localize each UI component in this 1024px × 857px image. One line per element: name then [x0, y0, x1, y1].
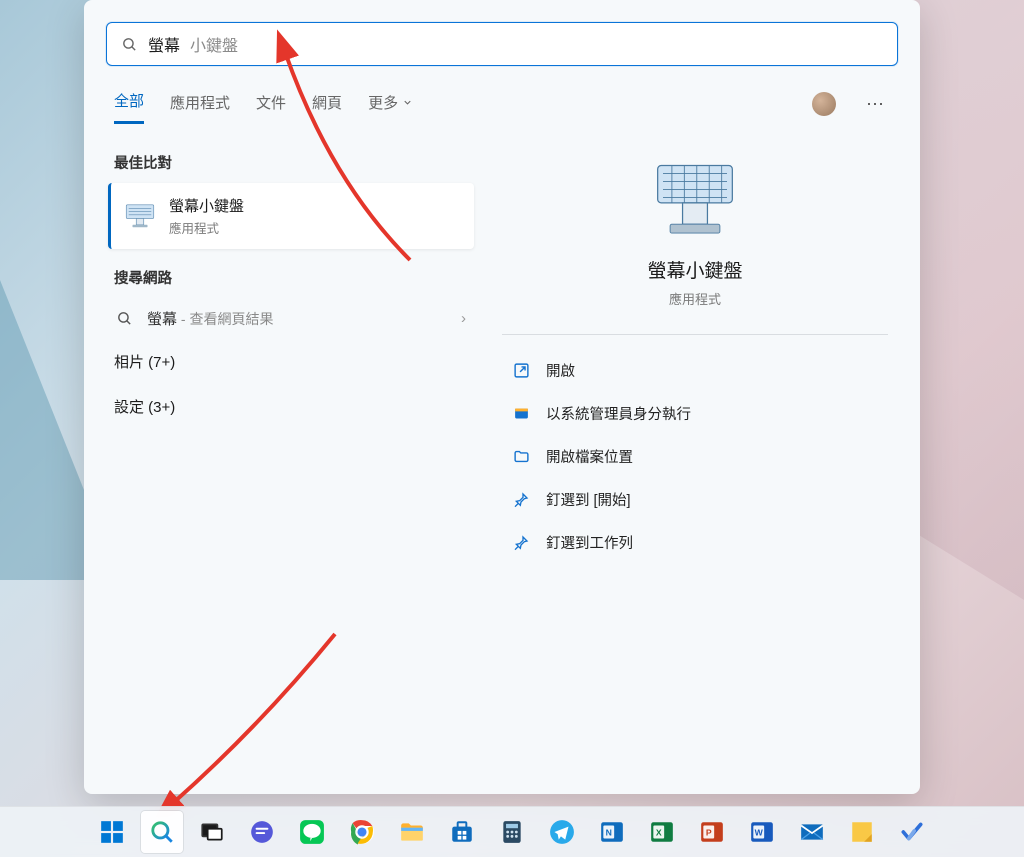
svg-text:W: W: [755, 827, 764, 837]
task-view-icon: [199, 819, 225, 845]
web-hint: - 查看網頁結果: [177, 311, 273, 327]
taskbar-powerpoint-button[interactable]: P: [691, 811, 733, 853]
tab-web[interactable]: 網頁: [312, 86, 342, 123]
tab-more-label: 更多: [368, 92, 398, 113]
action-pin-start-label: 釘選到 [開始]: [546, 489, 631, 510]
tab-more[interactable]: 更多: [368, 86, 413, 123]
web-search-result[interactable]: 螢幕 - 查看網頁結果 ›: [108, 298, 474, 339]
open-icon: [512, 362, 530, 380]
photos-results-link[interactable]: 相片 (7+): [108, 339, 474, 384]
svg-text:N: N: [606, 827, 612, 837]
search-icon: [149, 819, 175, 845]
results-column: 最佳比對 螢幕小鍵盤 應用程式 搜尋網路: [108, 134, 474, 774]
searchbar-container: 螢幕小鍵盤: [84, 0, 920, 76]
svg-text:P: P: [706, 827, 712, 837]
tab-apps[interactable]: 應用程式: [170, 86, 230, 123]
chevron-right-icon: ›: [461, 310, 466, 327]
tab-all[interactable]: 全部: [114, 84, 144, 124]
taskbar-todo-button[interactable]: [891, 811, 933, 853]
search-suggestion-text: 小鍵盤: [190, 32, 238, 56]
filter-tabs: 全部 應用程式 文件 網頁 更多 ⋯: [84, 76, 920, 124]
settings-results-link[interactable]: 設定 (3+): [108, 384, 474, 429]
action-pin-taskbar-label: 釘選到工作列: [546, 532, 633, 553]
taskbar-task-view-button[interactable]: [191, 811, 233, 853]
folder-icon: [512, 448, 530, 466]
telegram-icon: [549, 819, 575, 845]
action-run-admin-label: 以系統管理員身分執行: [546, 403, 691, 424]
chat-icon: [249, 819, 275, 845]
taskbar-search-button[interactable]: [141, 811, 183, 853]
taskbar-explorer-button[interactable]: [391, 811, 433, 853]
powerpoint-icon: P: [699, 819, 725, 845]
action-run-admin[interactable]: 以系統管理員身分執行: [502, 394, 888, 433]
excel-icon: X: [649, 819, 675, 845]
taskbar-sticky-notes-button[interactable]: [841, 811, 883, 853]
search-input[interactable]: 螢幕小鍵盤: [106, 22, 898, 66]
action-open-location-label: 開啟檔案位置: [546, 446, 633, 467]
onscreen-keyboard-icon: [125, 201, 155, 231]
user-avatar[interactable]: [812, 92, 836, 116]
best-match-title: 螢幕小鍵盤: [169, 195, 244, 216]
taskbar-onenote-button[interactable]: N: [591, 811, 633, 853]
svg-text:X: X: [656, 827, 662, 837]
mail-icon: [799, 819, 825, 845]
web-term: 螢幕: [147, 311, 177, 328]
pin-icon: [512, 491, 530, 509]
shield-admin-icon: [512, 405, 530, 423]
best-match-heading: 最佳比對: [114, 152, 468, 173]
pin-icon: [512, 534, 530, 552]
chevron-down-icon: [402, 97, 413, 108]
taskbar-telegram-button[interactable]: [541, 811, 583, 853]
preview-subtitle: 應用程式: [669, 289, 721, 308]
taskbar-calculator-button[interactable]: [491, 811, 533, 853]
word-icon: W: [749, 819, 775, 845]
more-options-button[interactable]: ⋯: [862, 94, 890, 115]
search-typed-text: 螢幕: [148, 32, 180, 56]
taskbar-line-button[interactable]: [291, 811, 333, 853]
taskbar-start-button[interactable]: [91, 811, 133, 853]
tab-documents[interactable]: 文件: [256, 86, 286, 123]
file-explorer-icon: [399, 819, 425, 845]
windows-search-panel: 螢幕小鍵盤 全部 應用程式 文件 網頁 更多 ⋯ 最佳比對: [84, 0, 920, 794]
action-pin-start[interactable]: 釘選到 [開始]: [502, 480, 888, 519]
taskbar-mail-button[interactable]: [791, 811, 833, 853]
search-icon: [116, 310, 133, 327]
taskbar-chrome-button[interactable]: [341, 811, 383, 853]
line-app-icon: [299, 819, 325, 845]
search-icon: [121, 36, 138, 53]
calculator-icon: [499, 819, 525, 845]
windows-start-icon: [99, 819, 125, 845]
best-match-result[interactable]: 螢幕小鍵盤 應用程式: [108, 183, 474, 249]
action-open-label: 開啟: [546, 360, 575, 381]
taskbar-word-button[interactable]: W: [741, 811, 783, 853]
sticky-notes-icon: [849, 819, 875, 845]
search-web-heading: 搜尋網路: [114, 267, 468, 288]
office-app-icon: N: [599, 819, 625, 845]
action-pin-taskbar[interactable]: 釘選到工作列: [502, 523, 888, 562]
todo-icon: [899, 819, 925, 845]
onscreen-keyboard-large-icon: [650, 162, 740, 242]
taskbar-store-button[interactable]: [441, 811, 483, 853]
action-open[interactable]: 開啟: [502, 351, 888, 390]
taskbar: N X P W: [0, 806, 1024, 857]
chrome-icon: [349, 819, 375, 845]
taskbar-chat-button[interactable]: [241, 811, 283, 853]
best-match-subtitle: 應用程式: [169, 218, 244, 237]
preview-title: 螢幕小鍵盤: [647, 256, 742, 283]
taskbar-excel-button[interactable]: X: [641, 811, 683, 853]
action-open-location[interactable]: 開啟檔案位置: [502, 437, 888, 476]
preview-column: 螢幕小鍵盤 應用程式 開啟 以系統管理員身分執行: [494, 134, 896, 774]
microsoft-store-icon: [449, 819, 475, 845]
